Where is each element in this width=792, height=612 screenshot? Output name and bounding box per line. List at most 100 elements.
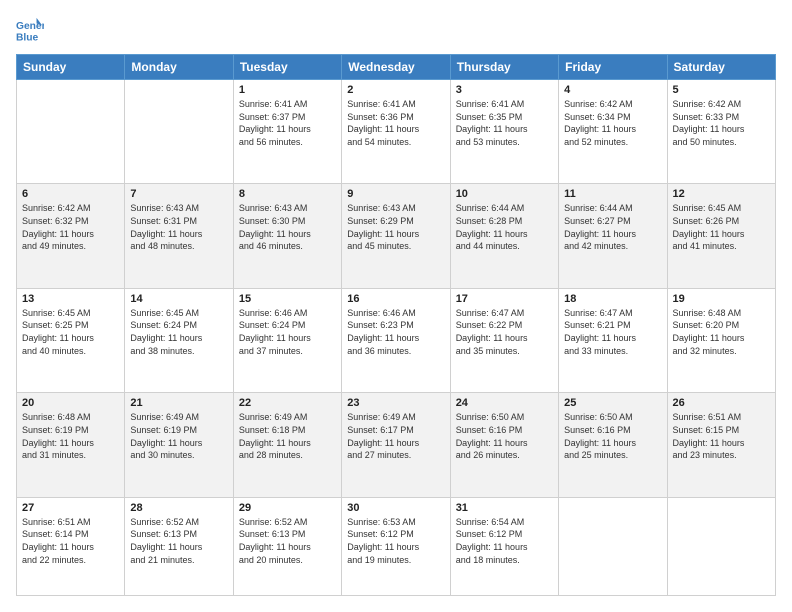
day-number: 28 (130, 502, 227, 514)
day-number: 24 (456, 397, 553, 409)
calendar-cell: 1 Sunrise: 6:41 AMSunset: 6:37 PMDaylight… (233, 80, 341, 184)
calendar-cell: 18 Sunrise: 6:47 AMSunset: 6:21 PMDayligh… (559, 288, 667, 392)
calendar-cell (559, 497, 667, 595)
calendar-cell: 19 Sunrise: 6:48 AMSunset: 6:20 PMDayligh… (667, 288, 775, 392)
day-number: 3 (456, 84, 553, 96)
calendar-cell: 23Sunrise: 6:49 AMSunset: 6:17 PMDayligh… (342, 393, 450, 497)
day-number: 17 (456, 293, 553, 305)
cell-info: Sunrise: 6:52 AMSunset: 6:13 PMDaylight:… (239, 516, 336, 566)
day-number: 8 (239, 188, 336, 200)
day-number: 21 (130, 397, 227, 409)
calendar-cell: 3 Sunrise: 6:41 AMSunset: 6:35 PMDaylight… (450, 80, 558, 184)
cell-info: Sunrise: 6:45 AMSunset: 6:26 PMDaylight:… (673, 202, 770, 252)
day-number: 4 (564, 84, 661, 96)
calendar-cell: 5Sunrise: 6:42 AMSunset: 6:33 PMDaylight… (667, 80, 775, 184)
day-number: 22 (239, 397, 336, 409)
calendar-cell (17, 80, 125, 184)
day-number: 5 (673, 84, 770, 96)
calendar-cell: 9 Sunrise: 6:43 AMSunset: 6:29 PMDaylight… (342, 184, 450, 288)
calendar-cell: 20 Sunrise: 6:48 AMSunset: 6:19 PMDayligh… (17, 393, 125, 497)
weekday-header: Friday (559, 55, 667, 80)
cell-info: Sunrise: 6:51 AMSunset: 6:15 PMDaylight:… (673, 411, 770, 461)
day-number: 16 (347, 293, 444, 305)
day-number: 20 (22, 397, 119, 409)
cell-info: Sunrise: 6:44 AMSunset: 6:28 PMDaylight:… (456, 202, 553, 252)
day-number: 6 (22, 188, 119, 200)
cell-info: Sunrise: 6:41 AMSunset: 6:36 PMDaylight:… (347, 98, 444, 148)
day-number: 30 (347, 502, 444, 514)
calendar-cell: 11Sunrise: 6:44 AMSunset: 6:27 PMDayligh… (559, 184, 667, 288)
calendar-cell: 16Sunrise: 6:46 AMSunset: 6:23 PMDayligh… (342, 288, 450, 392)
day-number: 1 (239, 84, 336, 96)
day-number: 27 (22, 502, 119, 514)
calendar-cell: 29 Sunrise: 6:52 AMSunset: 6:13 PMDayligh… (233, 497, 341, 595)
cell-info: Sunrise: 6:52 AMSunset: 6:13 PMDaylight:… (130, 516, 227, 566)
calendar-cell: 22 Sunrise: 6:49 AMSunset: 6:18 PMDayligh… (233, 393, 341, 497)
day-number: 12 (673, 188, 770, 200)
cell-info: Sunrise: 6:42 AMSunset: 6:32 PMDaylight:… (22, 202, 119, 252)
day-number: 2 (347, 84, 444, 96)
cell-info: Sunrise: 6:48 AMSunset: 6:20 PMDaylight:… (673, 307, 770, 357)
cell-info: Sunrise: 6:49 AMSunset: 6:18 PMDaylight:… (239, 411, 336, 461)
calendar-cell: 12 Sunrise: 6:45 AMSunset: 6:26 PMDayligh… (667, 184, 775, 288)
day-number: 19 (673, 293, 770, 305)
calendar-cell (125, 80, 233, 184)
day-number: 15 (239, 293, 336, 305)
weekday-header: Monday (125, 55, 233, 80)
cell-info: Sunrise: 6:45 AMSunset: 6:24 PMDaylight:… (130, 307, 227, 357)
cell-info: Sunrise: 6:41 AMSunset: 6:35 PMDaylight:… (456, 98, 553, 148)
calendar-cell: 24 Sunrise: 6:50 AMSunset: 6:16 PMDayligh… (450, 393, 558, 497)
calendar-cell: 28 Sunrise: 6:52 AMSunset: 6:13 PMDayligh… (125, 497, 233, 595)
cell-info: Sunrise: 6:48 AMSunset: 6:19 PMDaylight:… (22, 411, 119, 461)
calendar-cell: 30Sunrise: 6:53 AMSunset: 6:12 PMDayligh… (342, 497, 450, 595)
cell-info: Sunrise: 6:41 AMSunset: 6:37 PMDaylight:… (239, 98, 336, 148)
day-number: 31 (456, 502, 553, 514)
day-number: 25 (564, 397, 661, 409)
calendar-cell: 4 Sunrise: 6:42 AMSunset: 6:34 PMDaylight… (559, 80, 667, 184)
calendar-cell: 26 Sunrise: 6:51 AMSunset: 6:15 PMDayligh… (667, 393, 775, 497)
calendar-cell: 10 Sunrise: 6:44 AMSunset: 6:28 PMDayligh… (450, 184, 558, 288)
cell-info: Sunrise: 6:49 AMSunset: 6:19 PMDaylight:… (130, 411, 227, 461)
cell-info: Sunrise: 6:50 AMSunset: 6:16 PMDaylight:… (456, 411, 553, 461)
calendar-cell: 2 Sunrise: 6:41 AMSunset: 6:36 PMDaylight… (342, 80, 450, 184)
weekday-header: Sunday (17, 55, 125, 80)
calendar-cell: 15 Sunrise: 6:46 AMSunset: 6:24 PMDayligh… (233, 288, 341, 392)
calendar-cell: 6 Sunrise: 6:42 AMSunset: 6:32 PMDaylight… (17, 184, 125, 288)
day-number: 26 (673, 397, 770, 409)
day-number: 10 (456, 188, 553, 200)
cell-info: Sunrise: 6:44 AMSunset: 6:27 PMDaylight:… (564, 202, 661, 252)
calendar-cell: 25 Sunrise: 6:50 AMSunset: 6:16 PMDayligh… (559, 393, 667, 497)
calendar-table: SundayMondayTuesdayWednesdayThursdayFrid… (16, 54, 776, 596)
weekday-header: Tuesday (233, 55, 341, 80)
cell-info: Sunrise: 6:43 AMSunset: 6:31 PMDaylight:… (130, 202, 227, 252)
weekday-header: Wednesday (342, 55, 450, 80)
logo: General Blue (16, 16, 46, 44)
header: General Blue (16, 16, 776, 44)
logo-icon: General Blue (16, 16, 44, 44)
weekday-header: Thursday (450, 55, 558, 80)
calendar-cell: 14Sunrise: 6:45 AMSunset: 6:24 PMDayligh… (125, 288, 233, 392)
weekday-header: Saturday (667, 55, 775, 80)
day-number: 18 (564, 293, 661, 305)
calendar-cell (667, 497, 775, 595)
svg-text:Blue: Blue (16, 32, 39, 43)
calendar-cell: 31Sunrise: 6:54 AMSunset: 6:12 PMDayligh… (450, 497, 558, 595)
cell-info: Sunrise: 6:42 AMSunset: 6:34 PMDaylight:… (564, 98, 661, 148)
calendar-cell: 17Sunrise: 6:47 AMSunset: 6:22 PMDayligh… (450, 288, 558, 392)
day-number: 29 (239, 502, 336, 514)
page: General Blue SundayMondayTuesdayWednesda… (0, 0, 792, 612)
day-number: 13 (22, 293, 119, 305)
calendar-cell: 13Sunrise: 6:45 AMSunset: 6:25 PMDayligh… (17, 288, 125, 392)
day-number: 7 (130, 188, 227, 200)
day-number: 23 (347, 397, 444, 409)
cell-info: Sunrise: 6:51 AMSunset: 6:14 PMDaylight:… (22, 516, 119, 566)
cell-info: Sunrise: 6:46 AMSunset: 6:24 PMDaylight:… (239, 307, 336, 357)
cell-info: Sunrise: 6:50 AMSunset: 6:16 PMDaylight:… (564, 411, 661, 461)
cell-info: Sunrise: 6:43 AMSunset: 6:29 PMDaylight:… (347, 202, 444, 252)
calendar-cell: 27 Sunrise: 6:51 AMSunset: 6:14 PMDayligh… (17, 497, 125, 595)
calendar-cell: 7 Sunrise: 6:43 AMSunset: 6:31 PMDaylight… (125, 184, 233, 288)
cell-info: Sunrise: 6:43 AMSunset: 6:30 PMDaylight:… (239, 202, 336, 252)
day-number: 9 (347, 188, 444, 200)
calendar-cell: 8 Sunrise: 6:43 AMSunset: 6:30 PMDaylight… (233, 184, 341, 288)
cell-info: Sunrise: 6:47 AMSunset: 6:21 PMDaylight:… (564, 307, 661, 357)
